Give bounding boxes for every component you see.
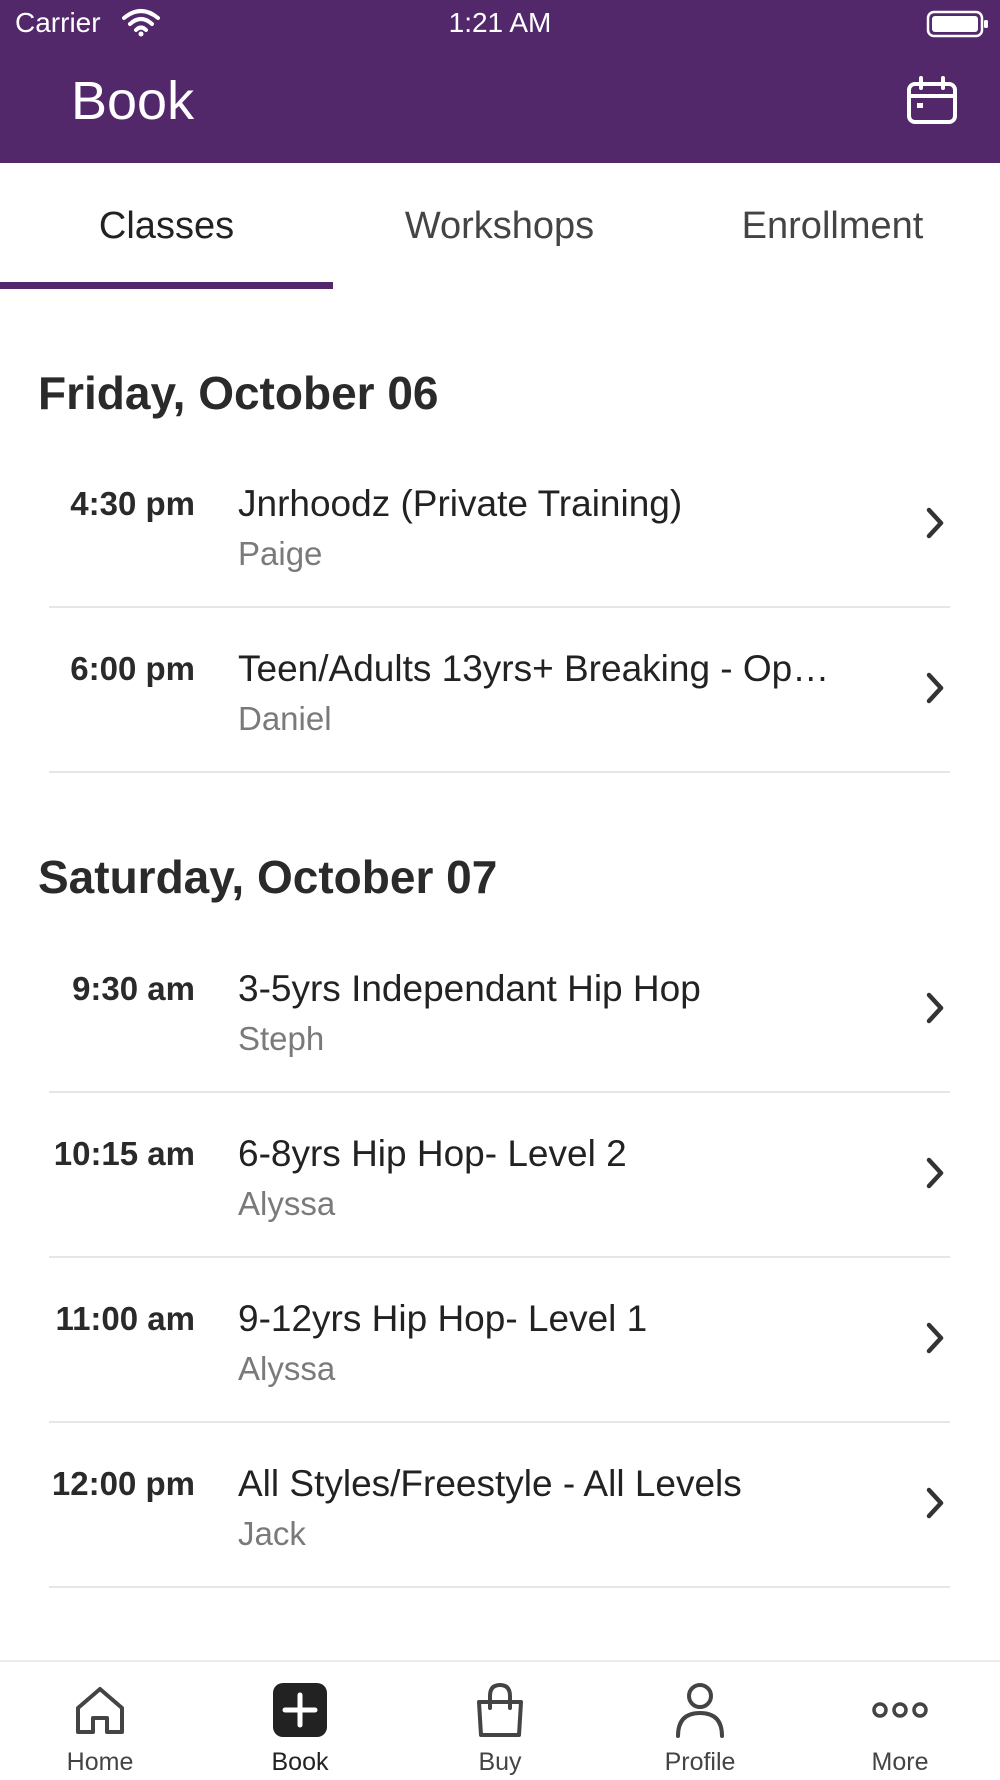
chevron-right-icon bbox=[926, 507, 944, 539]
class-title: Jnrhoodz (Private Training) bbox=[238, 483, 683, 524]
tabbar-label: Book bbox=[271, 1748, 329, 1776]
chevron-right-icon bbox=[926, 672, 944, 704]
class-time: 9:30 am bbox=[72, 970, 195, 1007]
tab-classes[interactable]: Classes bbox=[0, 163, 333, 289]
class-instructor: Alyssa bbox=[238, 1350, 336, 1387]
class-time: 11:00 am bbox=[55, 1300, 195, 1337]
class-instructor: Daniel bbox=[238, 700, 332, 737]
class-title: 3-5yrs Independant Hip Hop bbox=[238, 968, 701, 1009]
class-row[interactable]: 6:00 pm Teen/Adults 13yrs+ Breaking - Op… bbox=[0, 608, 1000, 773]
tabbar-profile[interactable]: Profile bbox=[600, 1662, 800, 1780]
segment-tabs: Classes Workshops Enrollment bbox=[0, 163, 1000, 289]
row-divider bbox=[49, 1586, 950, 1588]
class-row[interactable]: 11:00 am 9-12yrs Hip Hop- Level 1 Alyssa bbox=[0, 1258, 1000, 1423]
day-heading: Friday, October 06 bbox=[38, 367, 439, 419]
class-instructor: Alyssa bbox=[238, 1185, 336, 1222]
bottom-tab-bar: Home Book Buy Profile More bbox=[0, 1660, 1000, 1780]
class-title: All Styles/Freestyle - All Levels bbox=[238, 1463, 742, 1504]
home-icon bbox=[76, 1687, 124, 1734]
chevron-right-icon bbox=[926, 1487, 944, 1519]
chevron-right-icon bbox=[926, 1157, 944, 1189]
tab-enrollment[interactable]: Enrollment bbox=[666, 163, 999, 289]
day-heading: Saturday, October 07 bbox=[38, 851, 498, 903]
tabbar-home[interactable]: Home bbox=[0, 1662, 200, 1780]
shopping-bag-icon bbox=[477, 1682, 523, 1737]
row-divider bbox=[49, 771, 950, 773]
class-title: Teen/Adults 13yrs+ Breaking - Ope… bbox=[238, 648, 848, 689]
class-instructor: Paige bbox=[238, 535, 323, 572]
more-dots-icon bbox=[872, 1702, 928, 1718]
status-bar: Carrier 1:21 AM bbox=[0, 0, 1000, 44]
chevron-right-icon bbox=[926, 1322, 944, 1354]
class-title: 6-8yrs Hip Hop- Level 2 bbox=[238, 1133, 627, 1174]
class-row[interactable]: 10:15 am 6-8yrs Hip Hop- Level 2 Alyssa bbox=[0, 1093, 1000, 1258]
class-row[interactable]: 9:30 am 3-5yrs Independant Hip Hop Steph bbox=[0, 928, 1000, 1093]
tabbar-label: Home bbox=[66, 1748, 134, 1776]
class-instructor: Steph bbox=[238, 1020, 325, 1057]
tabbar-buy[interactable]: Buy bbox=[400, 1662, 600, 1780]
class-time: 6:00 pm bbox=[70, 650, 195, 687]
app-header: Carrier 1:21 AM Book bbox=[0, 0, 1000, 163]
status-time: 1:21 AM bbox=[448, 7, 552, 38]
class-title: 9-12yrs Hip Hop- Level 1 bbox=[238, 1298, 648, 1339]
tabbar-book[interactable]: Book bbox=[200, 1662, 400, 1780]
class-instructor: Jack bbox=[238, 1515, 306, 1552]
class-time: 12:00 pm bbox=[51, 1465, 195, 1502]
tabbar-label: Profile bbox=[664, 1748, 736, 1776]
battery-icon bbox=[926, 10, 988, 38]
tabbar-more[interactable]: More bbox=[800, 1662, 1000, 1780]
class-row[interactable]: 12:00 pm All Styles/Freestyle - All Leve… bbox=[0, 1423, 1000, 1588]
class-row[interactable]: 4:30 pm Jnrhoodz (Private Training) Paig… bbox=[0, 443, 1000, 608]
class-time: 10:15 am bbox=[53, 1135, 195, 1172]
calendar-icon[interactable] bbox=[906, 76, 958, 126]
active-tab-indicator bbox=[0, 282, 333, 289]
page-title: Book bbox=[71, 71, 195, 131]
tabbar-label: More bbox=[871, 1748, 929, 1776]
class-time: 4:30 pm bbox=[70, 485, 195, 522]
tab-workshops[interactable]: Workshops bbox=[333, 163, 666, 289]
person-icon bbox=[676, 1683, 724, 1738]
plus-square-icon bbox=[273, 1683, 327, 1737]
chevron-right-icon bbox=[926, 992, 944, 1024]
tabbar-label: Buy bbox=[478, 1748, 522, 1776]
